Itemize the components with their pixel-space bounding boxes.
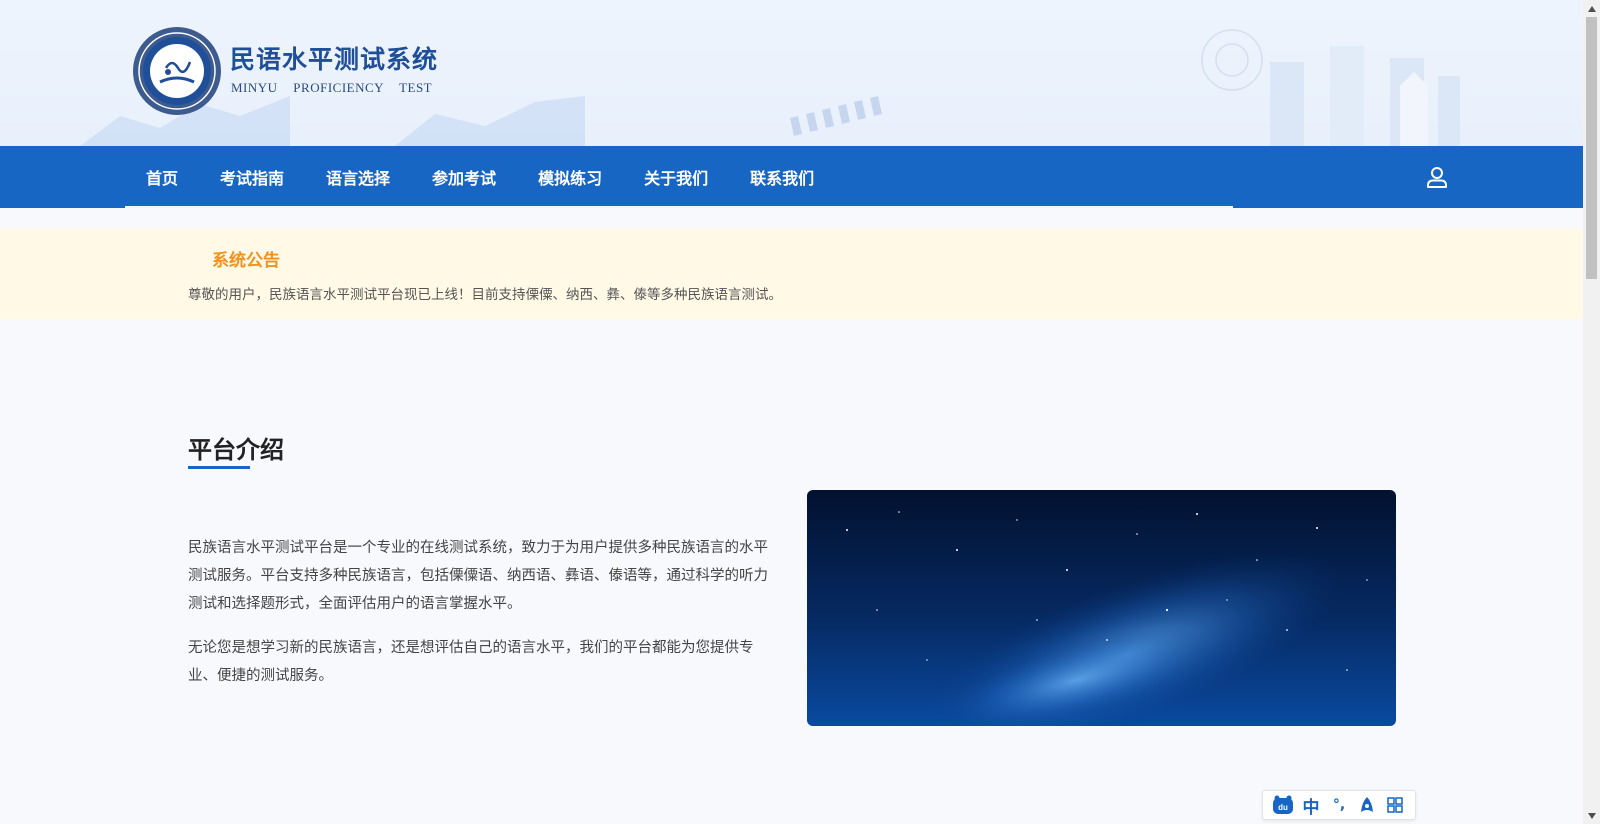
page: 民语水平测试系统 MINYU PROFICIENCY TEST 首页 考试指南 …	[0, 0, 1583, 824]
nav-item-contact-us[interactable]: 联系我们	[750, 165, 814, 189]
decorative-circle-graphic	[1201, 29, 1263, 91]
vertical-scrollbar[interactable]	[1583, 0, 1600, 824]
nav-divider	[125, 206, 1233, 208]
system-notice: 系统公告 尊敬的用户，民族语言水平测试平台现已上线！目前支持傈僳、纳西、彝、傣等…	[0, 229, 1583, 319]
baidu-ime-logo-icon[interactable]: du	[1272, 794, 1294, 816]
site-header: 民语水平测试系统 MINYU PROFICIENCY TEST	[0, 0, 1583, 146]
nav-item-language-select[interactable]: 语言选择	[326, 165, 390, 189]
punctuation-icon[interactable]: °,	[1328, 794, 1350, 816]
decorative-stripes-graphic	[790, 96, 882, 136]
nav-item-home[interactable]: 首页	[146, 165, 178, 189]
intro-paragraph: 民族语言水平测试平台是一个专业的在线测试系统，致力于为用户提供多种民族语言的水平…	[188, 540, 768, 612]
nav-item-practice[interactable]: 模拟练习	[538, 165, 602, 189]
main-navigation: 首页 考试指南 语言选择 参加考试 模拟练习 关于我们 联系我们	[0, 146, 1583, 208]
site-logo-emblem	[133, 27, 221, 115]
site-subtitle: MINYU PROFICIENCY TEST	[231, 80, 433, 95]
nav-menu: 首页 考试指南 语言选择 参加考试 模拟练习 关于我们 联系我们	[146, 146, 856, 208]
decorative-mountain-graphic	[395, 96, 585, 146]
section-title-underline	[188, 466, 250, 469]
starry-sky-image	[807, 490, 1396, 726]
ime-mode-toggle[interactable]: 中	[1300, 794, 1322, 818]
notice-text: 尊敬的用户，民族语言水平测试平台现已上线！目前支持傈僳、纳西、彝、傣等多种民族语…	[188, 287, 782, 303]
nav-item-take-exam[interactable]: 参加考试	[432, 165, 496, 189]
grid-menu-icon[interactable]	[1384, 794, 1406, 816]
scrollbar-thumb[interactable]	[1586, 17, 1597, 279]
site-title: 民语水平测试系统	[230, 45, 439, 74]
ime-toolbar: du 中 °,	[1262, 790, 1416, 820]
intro-paragraph: 无论您是想学习新的民族语言，还是想评估自己的语言水平，我们的平台都能为您提供专业…	[188, 640, 754, 684]
nav-item-exam-guide[interactable]: 考试指南	[220, 165, 284, 189]
skin-icon[interactable]	[1356, 794, 1378, 816]
scroll-up-arrow-icon[interactable]	[1583, 0, 1600, 17]
decorative-towers-graphic	[1270, 46, 1460, 146]
user-icon[interactable]	[1425, 165, 1449, 189]
section-title: 平台介绍	[188, 436, 284, 464]
notice-title: 系统公告	[212, 251, 280, 271]
svg-text:du: du	[1278, 803, 1288, 812]
scroll-down-arrow-icon[interactable]	[1583, 807, 1600, 824]
nav-item-about-us[interactable]: 关于我们	[644, 165, 708, 189]
